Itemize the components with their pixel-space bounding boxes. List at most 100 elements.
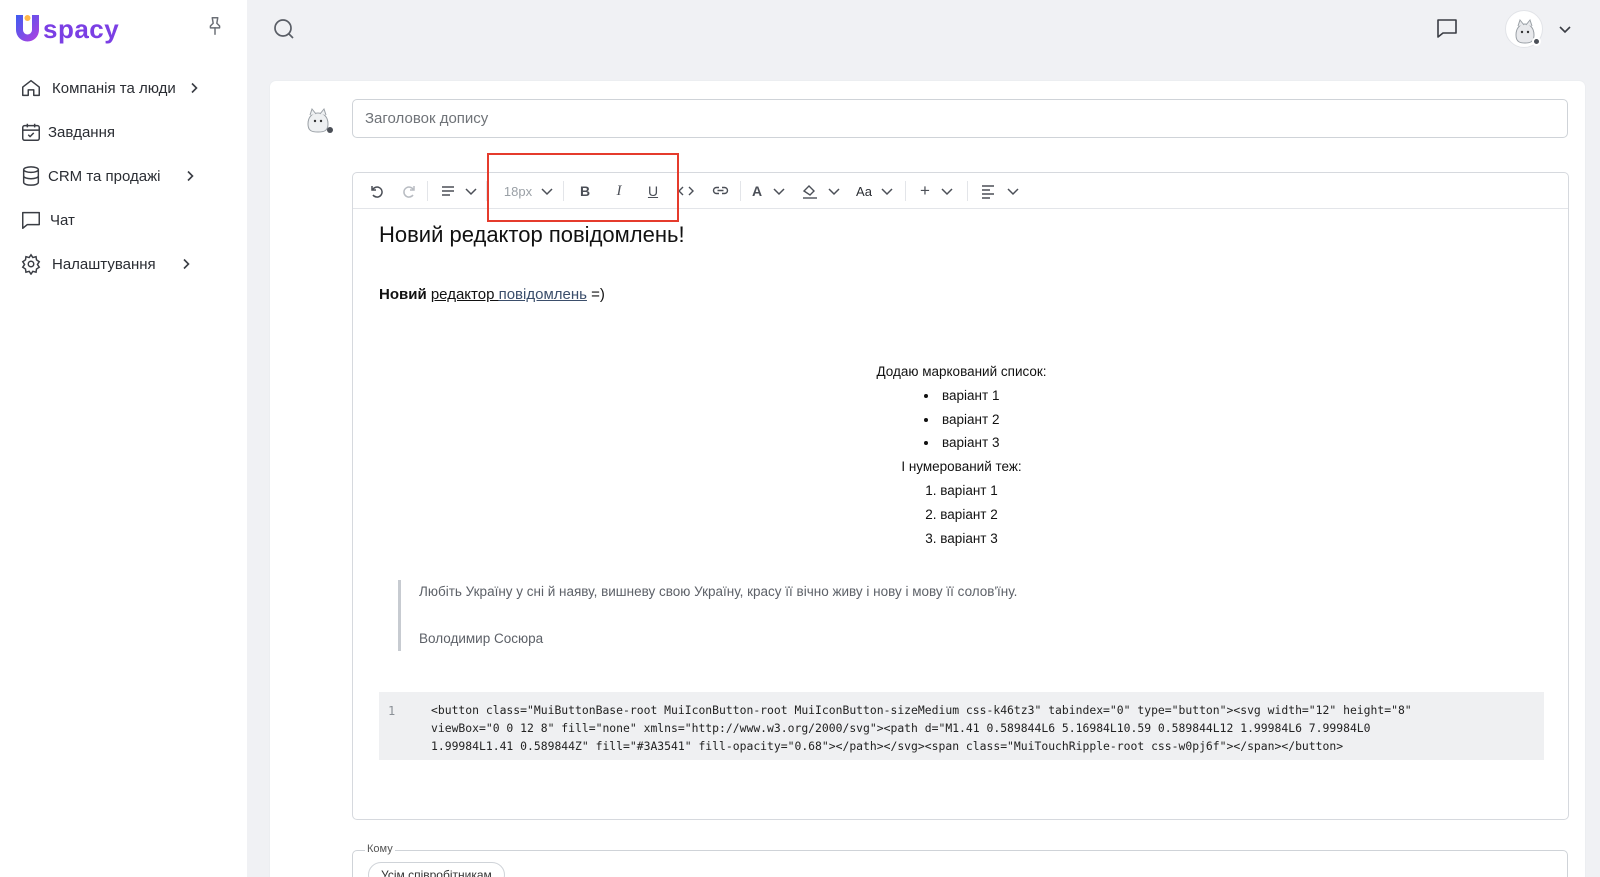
- chevron-down-icon: [1007, 188, 1019, 196]
- sidebar-item-label: Налаштування: [52, 255, 156, 273]
- chevron-down-icon: [881, 188, 893, 196]
- bulleted-list: варіант 1 варіант 2 варіант 3: [353, 384, 1570, 455]
- rich-text-editor[interactable]: 18px B I U A Aa + Новий редактор повідом…: [352, 172, 1569, 820]
- link-icon: [712, 186, 728, 195]
- undo-icon: [371, 186, 383, 198]
- chevron-down-icon: [465, 188, 477, 196]
- code-line: 1.99984L1.41 0.589844Z" fill="#3A3541" f…: [431, 739, 1344, 753]
- database-icon: [22, 166, 40, 186]
- sidebar-item-settings[interactable]: Налаштування: [0, 242, 247, 286]
- toolbar-divider: [427, 181, 428, 201]
- chevron-down-icon: [773, 188, 785, 196]
- chevron-right-icon: [187, 170, 195, 182]
- blockquote: Любіть Україну у сні й наяву, вишневу св…: [398, 580, 1498, 651]
- recipient-chip[interactable]: Усім співробітникам: [368, 862, 505, 877]
- list-item: варіант 3: [353, 431, 1570, 455]
- recipients-label: Кому: [365, 843, 395, 855]
- pin-icon[interactable]: [204, 14, 226, 38]
- sidebar-item-tasks[interactable]: Завдання: [0, 110, 247, 154]
- paragraph-icon: [442, 186, 454, 196]
- undo-button[interactable]: [363, 179, 389, 203]
- underline-button[interactable]: U: [641, 179, 665, 203]
- paint-bucket-icon: [802, 185, 817, 199]
- chevron-down-icon: [541, 188, 553, 196]
- chevron-down-icon: [941, 188, 953, 196]
- post-title-input[interactable]: [352, 99, 1568, 138]
- logo-text: spacy: [43, 13, 120, 44]
- font-color-icon: A: [751, 183, 763, 199]
- list-item: варіант 2: [353, 503, 1570, 527]
- editor-toolbar: 18px B I U A Aa +: [353, 173, 1568, 209]
- text-case-icon: Aa: [856, 183, 872, 199]
- sidebar-item-crm[interactable]: CRM та продажі: [0, 154, 247, 198]
- sidebar-nav: Компанія та люди Завдання CRM та продажі…: [0, 66, 247, 286]
- font-size-dropdown[interactable]: 18px: [501, 179, 557, 203]
- code-button[interactable]: [673, 179, 699, 203]
- app-logo[interactable]: spacy: [14, 12, 119, 46]
- recipients-field[interactable]: [352, 850, 1568, 877]
- code-block: 1 <button class="MuiButtonBase-root MuiI…: [379, 692, 1544, 760]
- italic-button[interactable]: I: [607, 179, 631, 203]
- top-bar: [247, 0, 1600, 57]
- toolbar-divider: [486, 181, 487, 201]
- underlined-text: редактор: [430, 286, 499, 303]
- code-line-number: 1: [388, 704, 396, 718]
- text-case-dropdown[interactable]: Aa: [853, 179, 897, 203]
- underline-icon: U: [647, 183, 659, 199]
- font-size-value: 18px: [503, 183, 533, 199]
- chevron-down-icon[interactable]: [1558, 22, 1572, 36]
- centered-lists: Додаю маркований список: варіант 1 варіа…: [353, 360, 1570, 550]
- sidebar-item-label: CRM та продажі: [48, 167, 161, 185]
- list-item: варіант 2: [353, 408, 1570, 432]
- calendar-icon: [22, 123, 40, 141]
- author-avatar-icon: [307, 107, 333, 133]
- align-left-icon: [982, 185, 994, 199]
- italic-icon: I: [616, 182, 622, 199]
- quote-text: Любіть Україну у сні й наяву, вишневу св…: [419, 584, 1018, 599]
- sidebar: spacy Компанія та люди Завдання CRM та п…: [0, 0, 247, 877]
- toolbar-divider: [905, 181, 906, 201]
- status-dot: [1532, 37, 1541, 46]
- insert-dropdown[interactable]: +: [915, 179, 959, 203]
- list-item: варіант 1: [353, 479, 1570, 503]
- sidebar-item-company[interactable]: Компанія та люди: [0, 66, 247, 110]
- font-color-dropdown[interactable]: A: [749, 179, 789, 203]
- toolbar-divider: [967, 181, 968, 201]
- content-paragraph: Новий редактор повідомлень =): [379, 286, 605, 303]
- toolbar-divider: [740, 181, 741, 201]
- sidebar-item-label: Завдання: [48, 123, 115, 141]
- search-icon[interactable]: [271, 16, 297, 42]
- highlight-color-dropdown[interactable]: [799, 179, 843, 203]
- chevron-right-icon: [183, 258, 190, 270]
- link-button[interactable]: [707, 179, 733, 203]
- content-link[interactable]: повідомлень: [499, 286, 587, 303]
- numbered-list: варіант 1 варіант 2 варіант 3: [353, 479, 1570, 550]
- bullet-intro: Додаю маркований список:: [876, 364, 1047, 379]
- code-line: viewBox="0 0 12 8" fill="none" xmlns="ht…: [431, 721, 1371, 735]
- code-lines: <button class="MuiButtonBase-root MuiIco…: [431, 701, 1412, 755]
- messages-icon[interactable]: [1435, 16, 1459, 40]
- chat-icon: [22, 211, 40, 229]
- chevron-right-icon: [191, 82, 198, 94]
- para-tail: =): [586, 286, 605, 303]
- redo-icon: [403, 186, 415, 198]
- block-type-dropdown[interactable]: [437, 179, 481, 203]
- list-item: варіант 1: [353, 384, 1570, 408]
- bold-text: Новий: [379, 286, 427, 303]
- list-item: варіант 3: [353, 527, 1570, 551]
- code-line: <button class="MuiButtonBase-root MuiIco…: [431, 703, 1412, 717]
- toolbar-divider: [563, 181, 564, 201]
- home-icon: [22, 79, 40, 97]
- sidebar-item-label: Чат: [50, 211, 75, 229]
- logo-u-icon: [16, 15, 39, 42]
- bold-button[interactable]: B: [573, 179, 597, 203]
- sidebar-item-chat[interactable]: Чат: [0, 198, 247, 242]
- numbered-intro: І нумерований теж:: [901, 459, 1022, 475]
- redo-button[interactable]: [397, 179, 423, 203]
- quote-author: Володимир Сосюра: [419, 631, 544, 646]
- alignment-dropdown[interactable]: [977, 179, 1023, 203]
- bold-icon: B: [579, 183, 591, 199]
- sidebar-item-label: Компанія та люди: [52, 79, 176, 97]
- plus-icon: +: [920, 181, 930, 200]
- gear-icon: [21, 253, 41, 275]
